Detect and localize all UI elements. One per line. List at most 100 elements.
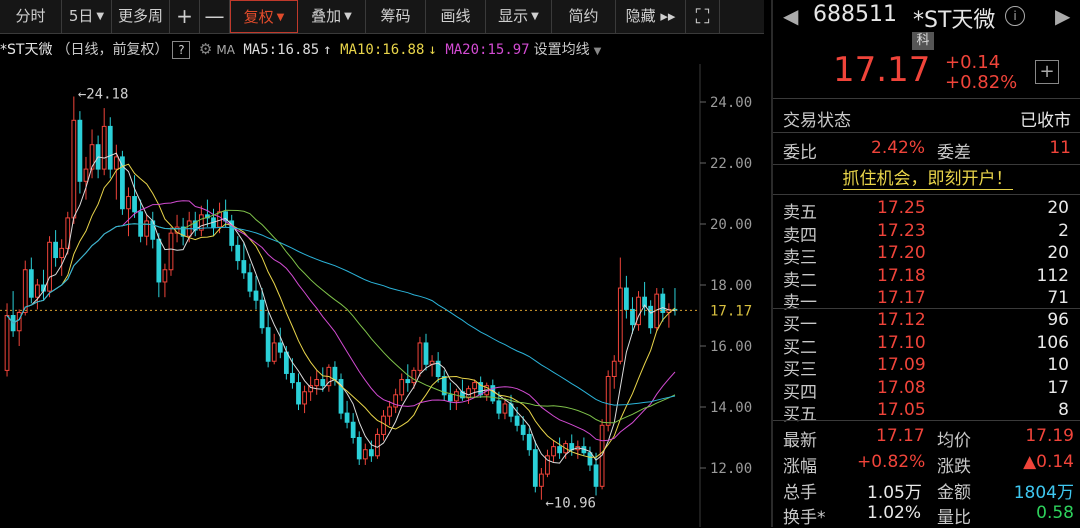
ma-settings-link[interactable]: 设置均线 <box>534 42 590 58</box>
candle-body <box>472 382 477 390</box>
orderbook-name: 卖三 <box>783 248 817 269</box>
chart-mode-label: （日线，前复权） <box>56 42 169 58</box>
divider <box>773 132 1080 133</box>
orderbook-name: 买二 <box>783 337 817 358</box>
candle-body <box>538 473 544 487</box>
orderbook-row[interactable]: 买二 17.10 106 <box>783 333 1073 358</box>
candle-body <box>302 391 307 405</box>
candle-body <box>235 244 241 262</box>
divider <box>773 164 1080 165</box>
board-tag: 科 <box>912 32 934 50</box>
toolbar-button-label: 筹码 <box>380 7 411 25</box>
next-stock-icon[interactable]: ▶ <box>1055 4 1070 28</box>
orderbook-vol: 2 <box>1058 220 1069 241</box>
add-watchlist-button[interactable]: + <box>1035 60 1059 84</box>
candle-body <box>162 269 168 283</box>
stock-code: 688511 <box>813 2 897 27</box>
amount-value: 1804万 <box>1013 483 1074 503</box>
candle-body <box>265 327 271 362</box>
orderbook-row[interactable]: 卖二 17.18 112 <box>783 265 1073 291</box>
weibi-value: 2.42% <box>871 138 926 158</box>
candle-body <box>411 369 417 384</box>
orderbook-row[interactable]: 卖五 17.25 20 <box>783 198 1073 223</box>
orderbook-price: 17.09 <box>877 355 926 376</box>
orderbook-name: 买三 <box>783 360 817 381</box>
candle-body <box>605 376 611 426</box>
candle-body <box>630 308 635 326</box>
toolbar-button-2[interactable]: 更多周 <box>112 0 170 33</box>
candle-body <box>247 272 253 292</box>
candle-body <box>344 412 350 423</box>
candle-body <box>375 433 380 457</box>
prev-stock-icon[interactable]: ◀ <box>783 4 798 28</box>
candle-body <box>660 293 666 313</box>
y-tick-label: 18.00 <box>710 278 752 294</box>
toolbar-button-label: — <box>204 4 225 28</box>
candle-body <box>277 342 283 353</box>
toolbar-button-11[interactable]: 隐藏 ▸▸ <box>616 0 686 33</box>
turnover-label: 换手* <box>783 508 826 528</box>
toolbar-button-8[interactable]: 画线 <box>426 0 486 33</box>
toolbar-button-1[interactable]: 5日 ▼ <box>62 0 112 33</box>
ma-label: MA <box>216 43 235 57</box>
candle-body <box>466 388 471 399</box>
ma5-up-arrow-icon: ↑ <box>323 42 332 58</box>
candle-body <box>526 433 532 451</box>
last-price: 17.17 <box>833 50 931 90</box>
toolbar-button-5[interactable]: 复权 ▼ <box>230 0 298 33</box>
kline-chart[interactable]: 24.00 22.00 20.00 18.00 16.00 14.00 12.00 17.17… <box>0 64 764 527</box>
orderbook-vol: 71 <box>1047 288 1069 309</box>
candle-body <box>624 287 629 310</box>
toolbar-button-label: 画线 <box>440 7 471 25</box>
toolbar-button-7[interactable]: 筹码 <box>366 0 426 33</box>
orderbook-row[interactable]: 买四 17.08 17 <box>783 378 1073 403</box>
chg-label: 涨跌 <box>937 457 971 477</box>
chart-area[interactable]: 分时 5日 ▼ 更多周 + — 复权 ▼ 叠加 ▼ 筹码 画线 显示 ▼ 简约 隐藏 ▸▸ ⛶ *ST天微 （日线… <box>0 0 764 527</box>
toolbar-button-4[interactable]: — <box>200 0 230 33</box>
candle-body <box>144 220 150 237</box>
info-icon[interactable]: i <box>1005 6 1025 26</box>
help-button[interactable]: ? <box>172 41 191 59</box>
candle-body <box>168 232 174 271</box>
orderbook-row[interactable]: 卖三 17.20 20 <box>783 243 1073 269</box>
trade-status-row: 交易状态 已收市 <box>783 106 1073 131</box>
candle-body <box>332 366 338 381</box>
stock-name: *ST天微 <box>913 8 996 33</box>
ma5-value: MA5:16.85 <box>243 42 320 58</box>
toolbar-button-12[interactable]: ⛶ <box>686 0 720 33</box>
quote-panel: ◀ 688511 *ST天微 i ▶ 科 17.17 +0.14 +0.82% … <box>771 0 1080 528</box>
latest-label: 最新 <box>783 431 817 451</box>
high-marker: ←24.18 <box>78 87 129 103</box>
candle-body <box>381 415 386 435</box>
candle-body <box>120 156 125 210</box>
orderbook-row[interactable]: 买一 17.12 96 <box>783 310 1073 335</box>
toolbar-button-label: + <box>176 4 193 28</box>
candle-body <box>259 299 265 329</box>
turnover-value: 1.02% <box>867 503 922 523</box>
chevron-down-icon[interactable]: ▼ <box>594 46 602 57</box>
orderbook-price: 17.20 <box>877 243 926 264</box>
divider <box>773 194 1080 195</box>
toolbar-button-label: 复权 <box>243 8 274 26</box>
weibi-label: 委比 <box>783 143 817 163</box>
divider <box>773 420 1080 421</box>
chevron-down-icon: ▼ <box>344 11 352 22</box>
toolbar-button-0[interactable]: 分时 <box>0 0 62 33</box>
chevron-down-icon: ▼ <box>96 11 105 22</box>
toolbar-button-3[interactable]: + <box>170 0 200 33</box>
gear-icon[interactable]: ⚙ <box>199 40 212 58</box>
chart-info-bar: *ST天微 （日线，前复权）? ⚙ MA MA5:16.85 ↑ MA10:16.88… <box>0 36 700 62</box>
toolbar-button-9[interactable]: 显示 ▼ <box>486 0 552 33</box>
orderbook-row[interactable]: 卖四 17.23 2 <box>783 220 1073 246</box>
y-tick-label: 22.00 <box>710 156 752 172</box>
orderbook-vol: 112 <box>1036 265 1069 286</box>
divider <box>773 98 1080 99</box>
toolbar-button-10[interactable]: 简约 <box>552 0 616 33</box>
candle-body <box>16 311 22 332</box>
toolbar-button-label: 分时 <box>15 7 46 25</box>
toolbar-button-label: 5日 <box>68 7 94 25</box>
open-account-link[interactable]: 抓住机会，即刻开户！ <box>773 166 1080 192</box>
toolbar-button-6[interactable]: 叠加 ▼ <box>298 0 366 33</box>
orderbook-row[interactable]: 买三 17.09 10 <box>783 355 1073 381</box>
candle-body <box>617 287 623 362</box>
